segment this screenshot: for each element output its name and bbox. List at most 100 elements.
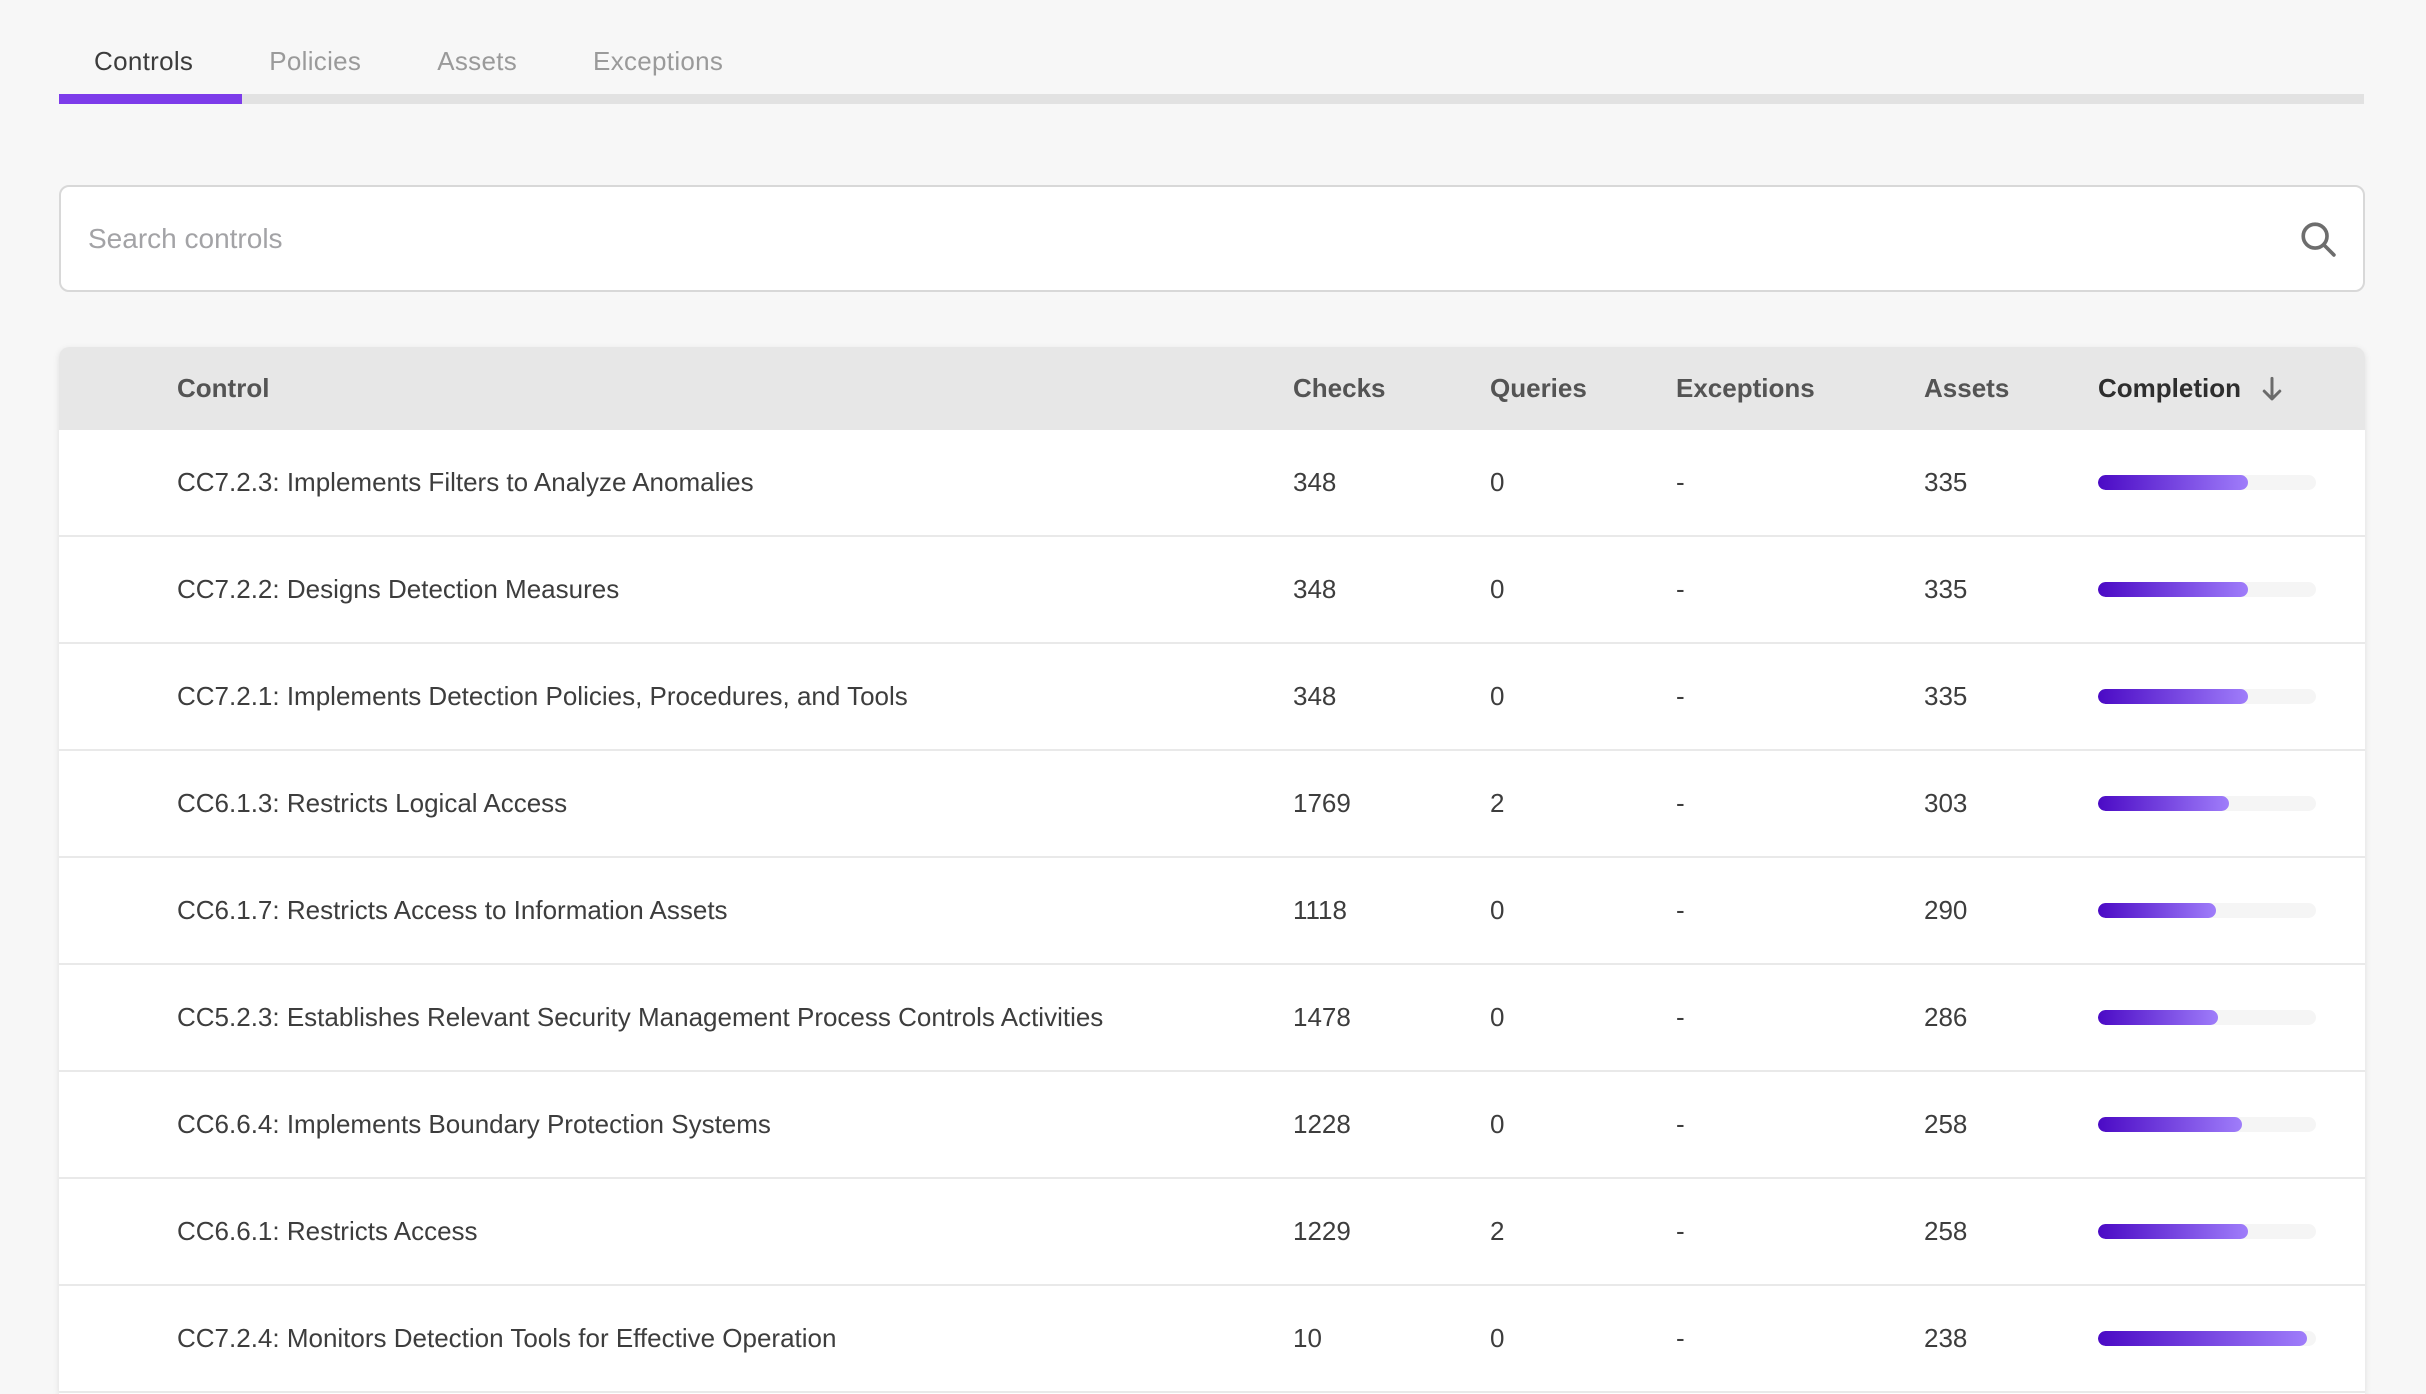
cell-assets: 335 xyxy=(1924,574,2098,605)
column-header-exceptions[interactable]: Exceptions xyxy=(1676,373,1924,404)
cell-completion xyxy=(2098,475,2365,490)
cell-completion xyxy=(2098,582,2365,597)
table-body: CC7.2.3: Implements Filters to Analyze A… xyxy=(59,430,2365,1393)
cell-checks: 10 xyxy=(1293,1323,1490,1354)
cell-control: CC7.2.1: Implements Detection Policies, … xyxy=(177,681,1293,712)
table-row[interactable]: CC6.1.7: Restricts Access to Information… xyxy=(59,858,2365,965)
completion-bar-fill xyxy=(2098,903,2216,918)
cell-control: CC7.2.3: Implements Filters to Analyze A… xyxy=(177,467,1293,498)
completion-bar-track xyxy=(2098,475,2316,490)
completion-bar-track xyxy=(2098,689,2316,704)
tab-bar: Controls Policies Assets Exceptions xyxy=(56,28,761,94)
cell-assets: 238 xyxy=(1924,1323,2098,1354)
completion-bar-track xyxy=(2098,1010,2316,1025)
cell-queries: 0 xyxy=(1490,467,1676,498)
sort-desc-arrow-icon xyxy=(2255,372,2289,406)
completion-bar-track xyxy=(2098,796,2316,811)
cell-exceptions: - xyxy=(1676,1109,1924,1140)
cell-exceptions: - xyxy=(1676,1002,1924,1033)
cell-exceptions: - xyxy=(1676,574,1924,605)
completion-bar-fill xyxy=(2098,1117,2242,1132)
search-icon[interactable] xyxy=(2295,216,2341,262)
table-row[interactable]: CC7.2.4: Monitors Detection Tools for Ef… xyxy=(59,1286,2365,1393)
cell-control: CC6.1.3: Restricts Logical Access xyxy=(177,788,1293,819)
cell-checks: 348 xyxy=(1293,681,1490,712)
cell-assets: 335 xyxy=(1924,467,2098,498)
cell-assets: 258 xyxy=(1924,1109,2098,1140)
table-row[interactable]: CC6.6.4: Implements Boundary Protection … xyxy=(59,1072,2365,1179)
cell-assets: 258 xyxy=(1924,1216,2098,1247)
completion-bar-fill xyxy=(2098,796,2229,811)
table-row[interactable]: CC6.1.3: Restricts Logical Access 1769 2… xyxy=(59,751,2365,858)
cell-assets: 286 xyxy=(1924,1002,2098,1033)
cell-exceptions: - xyxy=(1676,788,1924,819)
completion-bar-fill xyxy=(2098,1224,2248,1239)
cell-exceptions: - xyxy=(1676,1323,1924,1354)
completion-bar-track xyxy=(2098,1331,2316,1346)
cell-control: CC6.6.4: Implements Boundary Protection … xyxy=(177,1109,1293,1140)
tab-track xyxy=(59,94,2364,104)
active-tab-indicator xyxy=(59,94,242,104)
cell-control: CC5.2.3: Establishes Relevant Security M… xyxy=(177,1002,1293,1033)
cell-checks: 1229 xyxy=(1293,1216,1490,1247)
table-row[interactable]: CC7.2.1: Implements Detection Policies, … xyxy=(59,644,2365,751)
cell-checks: 348 xyxy=(1293,467,1490,498)
completion-bar-track xyxy=(2098,903,2316,918)
completion-bar-fill xyxy=(2098,689,2248,704)
cell-exceptions: - xyxy=(1676,895,1924,926)
cell-queries: 0 xyxy=(1490,1002,1676,1033)
completion-bar-fill xyxy=(2098,475,2248,490)
table-header-row: Control Checks Queries Exceptions Assets… xyxy=(59,347,2365,430)
column-header-completion[interactable]: Completion xyxy=(2098,372,2365,406)
cell-checks: 1769 xyxy=(1293,788,1490,819)
completion-bar-track xyxy=(2098,582,2316,597)
table-row[interactable]: CC7.2.3: Implements Filters to Analyze A… xyxy=(59,430,2365,537)
search-box xyxy=(59,185,2365,292)
search-input[interactable] xyxy=(61,187,2288,290)
completion-bar-fill xyxy=(2098,1331,2307,1346)
cell-exceptions: - xyxy=(1676,1216,1924,1247)
cell-completion xyxy=(2098,1224,2365,1239)
cell-queries: 0 xyxy=(1490,681,1676,712)
cell-queries: 0 xyxy=(1490,574,1676,605)
cell-control: CC7.2.4: Monitors Detection Tools for Ef… xyxy=(177,1323,1293,1354)
cell-assets: 303 xyxy=(1924,788,2098,819)
cell-completion xyxy=(2098,1117,2365,1132)
cell-queries: 2 xyxy=(1490,788,1676,819)
cell-queries: 2 xyxy=(1490,1216,1676,1247)
table-row[interactable]: CC6.6.1: Restricts Access 1229 2 - 258 xyxy=(59,1179,2365,1286)
cell-queries: 0 xyxy=(1490,1323,1676,1354)
cell-exceptions: - xyxy=(1676,681,1924,712)
cell-completion xyxy=(2098,1331,2365,1346)
table-row[interactable]: CC5.2.3: Establishes Relevant Security M… xyxy=(59,965,2365,1072)
cell-completion xyxy=(2098,796,2365,811)
column-header-assets[interactable]: Assets xyxy=(1924,373,2098,404)
table-row[interactable]: CC7.2.2: Designs Detection Measures 348 … xyxy=(59,537,2365,644)
column-header-control[interactable]: Control xyxy=(177,373,1293,404)
tab-exceptions[interactable]: Exceptions xyxy=(555,46,761,77)
controls-table: Control Checks Queries Exceptions Assets… xyxy=(59,347,2365,1394)
tab-controls[interactable]: Controls xyxy=(56,46,231,77)
tab-policies[interactable]: Policies xyxy=(231,46,399,77)
cell-completion xyxy=(2098,1010,2365,1025)
cell-queries: 0 xyxy=(1490,1109,1676,1140)
completion-header-label: Completion xyxy=(2098,373,2241,404)
cell-completion xyxy=(2098,689,2365,704)
completion-bar-fill xyxy=(2098,1010,2218,1025)
cell-control: CC7.2.2: Designs Detection Measures xyxy=(177,574,1293,605)
cell-checks: 1478 xyxy=(1293,1002,1490,1033)
completion-bar-track xyxy=(2098,1224,2316,1239)
completion-bar-track xyxy=(2098,1117,2316,1132)
column-header-checks[interactable]: Checks xyxy=(1293,373,1490,404)
completion-bar-fill xyxy=(2098,582,2248,597)
cell-checks: 348 xyxy=(1293,574,1490,605)
cell-checks: 1228 xyxy=(1293,1109,1490,1140)
cell-checks: 1118 xyxy=(1293,895,1490,926)
column-header-queries[interactable]: Queries xyxy=(1490,373,1676,404)
cell-assets: 335 xyxy=(1924,681,2098,712)
cell-assets: 290 xyxy=(1924,895,2098,926)
cell-queries: 0 xyxy=(1490,895,1676,926)
tab-assets[interactable]: Assets xyxy=(399,46,555,77)
cell-control: CC6.1.7: Restricts Access to Information… xyxy=(177,895,1293,926)
cell-exceptions: - xyxy=(1676,467,1924,498)
